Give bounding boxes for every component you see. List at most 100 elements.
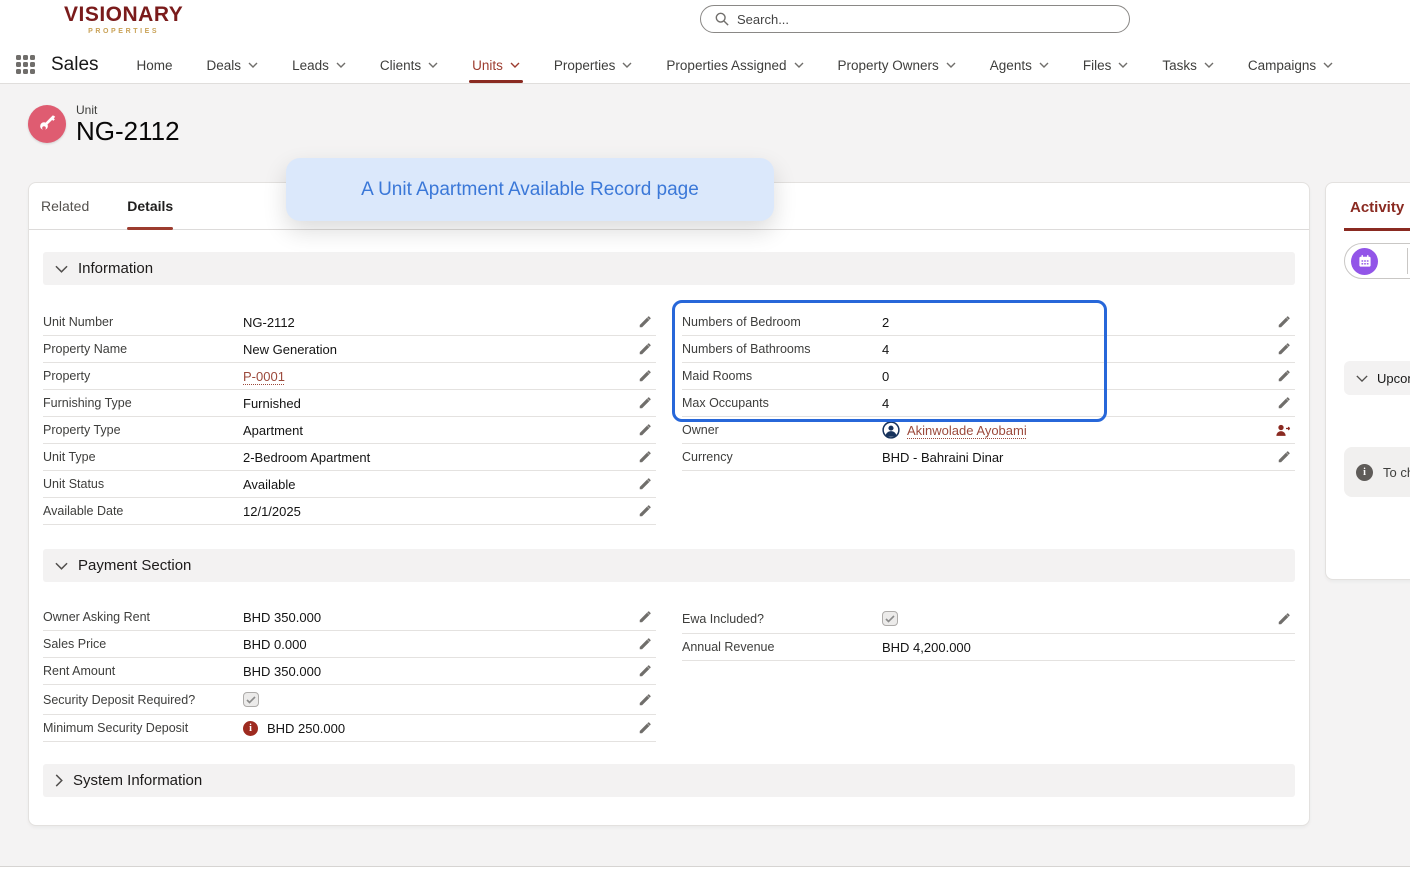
field-label: Property Type	[43, 423, 243, 437]
field-value: BHD 350.000	[243, 664, 321, 679]
field-label: Rent Amount	[43, 664, 243, 678]
calendar-icon	[1351, 248, 1378, 275]
chevron-right-icon	[55, 774, 63, 787]
edit-button[interactable]	[1273, 394, 1295, 412]
edit-button[interactable]	[1273, 367, 1295, 385]
edit-button[interactable]	[634, 475, 656, 493]
chevron-down-icon	[1039, 62, 1049, 68]
edit-button[interactable]	[634, 502, 656, 520]
record-header: Unit NG-2112	[28, 103, 180, 146]
tooltip-text: A Unit Apartment Available Record page	[361, 179, 699, 201]
chevron-down-icon	[428, 62, 438, 68]
edit-button[interactable]	[634, 719, 656, 737]
field-value: BHD 0.000	[243, 637, 307, 652]
field-label: Currency	[682, 450, 882, 464]
nav-item-label: Properties Assigned	[666, 58, 786, 73]
field-value: NG-2112	[243, 315, 295, 330]
section-payment[interactable]: Payment Section	[43, 549, 1295, 582]
nav-item-clients[interactable]: Clients	[380, 47, 438, 83]
chevron-down-icon	[1118, 62, 1128, 68]
edit-button[interactable]	[634, 394, 656, 412]
edit-button[interactable]	[634, 662, 656, 680]
field-row-owner: Owner Akinwolade Ayobami	[682, 417, 1295, 444]
nav-item-properties-assigned[interactable]: Properties Assigned	[666, 47, 803, 83]
edit-button[interactable]	[634, 340, 656, 358]
field-row-annual-revenue: Annual RevenueBHD 4,200.000	[682, 634, 1295, 661]
section-title: System Information	[73, 772, 202, 789]
edit-button[interactable]	[634, 635, 656, 653]
nav-item-units[interactable]: Units	[472, 47, 520, 83]
section-title: Payment Section	[78, 557, 191, 574]
field-value: 0	[882, 369, 889, 384]
nav-item-property-owners[interactable]: Property Owners	[838, 47, 956, 83]
nav-items: Home Deals Leads Clients Units Properties Prop…	[137, 47, 1334, 83]
information-left-column: Unit NumberNG-2112Property NameNew Gener…	[43, 309, 656, 525]
section-system-information[interactable]: System Information	[43, 764, 1295, 797]
nav-item-deals[interactable]: Deals	[207, 47, 259, 83]
field-row-max-occupants: Max Occupants4	[682, 390, 1295, 417]
field-row-currency: CurrencyBHD - Bahraini Dinar	[682, 444, 1295, 471]
edit-button[interactable]	[1273, 313, 1295, 331]
chevron-down-icon	[336, 62, 346, 68]
chevron-down-icon	[510, 62, 520, 68]
field-label: Owner	[682, 423, 882, 437]
field-label: Unit Type	[43, 450, 243, 464]
edit-button[interactable]	[1273, 610, 1295, 628]
search-input[interactable]	[737, 12, 1097, 27]
edit-button[interactable]	[634, 608, 656, 626]
field-row-property: PropertyP-0001	[43, 363, 656, 390]
field-value: New Generation	[243, 342, 337, 357]
global-search[interactable]	[700, 5, 1130, 33]
field-row-unit-status: Unit StatusAvailable	[43, 471, 656, 498]
field-label: Security Deposit Required?	[43, 693, 243, 707]
tab-related[interactable]: Related	[41, 183, 89, 229]
edit-button[interactable]	[634, 367, 656, 385]
new-event-button[interactable]	[1344, 243, 1410, 279]
section-title: Information	[78, 260, 153, 277]
field-label: Numbers of Bathrooms	[682, 342, 882, 356]
field-label: Property	[43, 369, 243, 383]
activity-notice: i To ch	[1344, 447, 1410, 497]
field-value: 2-Bedroom Apartment	[243, 450, 370, 465]
edit-button[interactable]	[634, 448, 656, 466]
field-value: BHD - Bahraini Dinar	[882, 450, 1003, 465]
nav-item-label: Deals	[207, 58, 242, 73]
field-row-property-name: Property NameNew Generation	[43, 336, 656, 363]
key-icon	[37, 114, 57, 134]
field-row-security-deposit-required: Security Deposit Required?	[43, 685, 656, 715]
field-value: Available	[243, 477, 296, 492]
nav-item-label: Units	[472, 58, 503, 73]
nav-item-agents[interactable]: Agents	[990, 47, 1049, 83]
edit-button[interactable]	[1273, 340, 1295, 358]
upcoming-label: Upcom	[1377, 371, 1410, 386]
field-label: Furnishing Type	[43, 396, 243, 410]
record-detail-card: Related Details Information Unit NumberNG…	[28, 182, 1310, 826]
annotation-tooltip: A Unit Apartment Available Record page	[286, 158, 774, 221]
section-information[interactable]: Information	[43, 252, 1295, 285]
edit-button[interactable]	[1273, 448, 1295, 466]
nav-item-files[interactable]: Files	[1083, 47, 1129, 83]
chevron-down-icon	[1356, 375, 1368, 382]
field-value: 4	[882, 396, 889, 411]
nav-item-leads[interactable]: Leads	[292, 47, 346, 83]
change-owner-button[interactable]	[1271, 421, 1295, 440]
nav-item-label: Home	[137, 58, 173, 73]
nav-item-tasks[interactable]: Tasks	[1162, 47, 1214, 83]
edit-button[interactable]	[634, 313, 656, 331]
owner-link[interactable]: Akinwolade Ayobami	[907, 423, 1027, 438]
record-title: NG-2112	[76, 117, 180, 146]
chevron-down-icon	[946, 62, 956, 68]
edit-button[interactable]	[634, 691, 656, 709]
tab-details[interactable]: Details	[127, 183, 173, 229]
nav-item-properties[interactable]: Properties	[554, 47, 633, 83]
field-value-link[interactable]: P-0001	[243, 369, 285, 384]
nav-item-campaigns[interactable]: Campaigns	[1248, 47, 1333, 83]
edit-button[interactable]	[634, 421, 656, 439]
app-launcher-icon[interactable]	[16, 55, 36, 75]
field-row-sales-price: Sales PriceBHD 0.000	[43, 631, 656, 658]
field-row-unit-number: Unit NumberNG-2112	[43, 309, 656, 336]
upcoming-overdue-section[interactable]: Upcom	[1344, 361, 1410, 395]
nav-item-home[interactable]: Home	[137, 47, 173, 83]
tab-activity[interactable]: Activity	[1350, 199, 1410, 216]
field-label: Numbers of Bedroom	[682, 315, 882, 329]
